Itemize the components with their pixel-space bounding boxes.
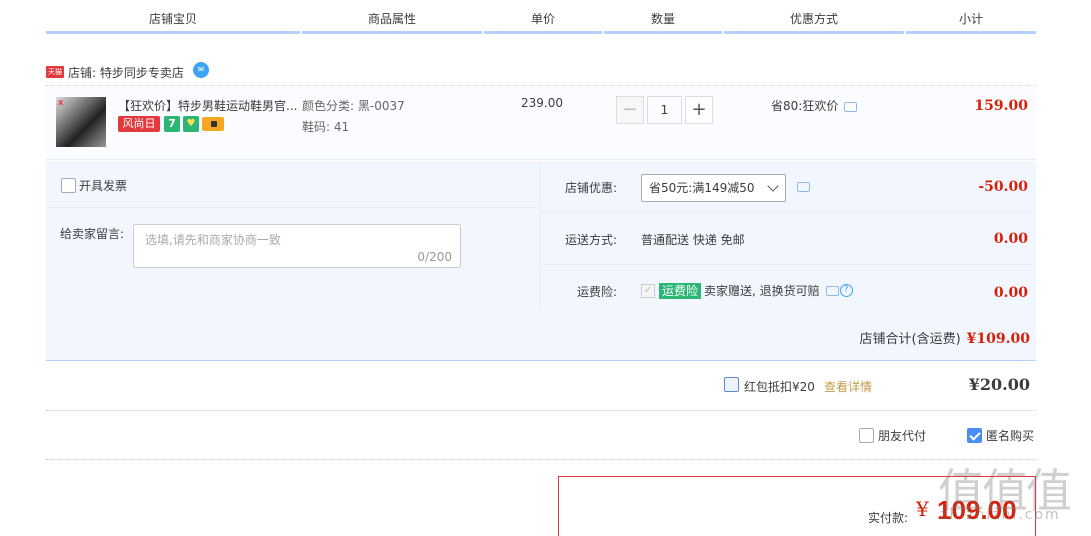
shipping-row: 运送方式: 普通配送 快递 免邮 0.00 bbox=[541, 213, 1036, 265]
guarantee-shield-icon: ♥ bbox=[183, 116, 199, 132]
insurance-label: 运费险: bbox=[577, 285, 618, 299]
header-quantity: 数量 bbox=[604, 8, 722, 34]
invoice-option[interactable]: 开具发票 bbox=[61, 177, 127, 194]
shipping-method: 普通配送 快递 免邮 bbox=[641, 233, 745, 247]
red-packet-checkbox[interactable] bbox=[724, 377, 739, 392]
insurance-checkbox: ✓ bbox=[641, 283, 655, 298]
quantity-stepper: − 1 + bbox=[616, 96, 713, 124]
anonymous-purchase-option[interactable]: 匿名购买 bbox=[967, 427, 1034, 444]
header-shop-item: 店铺宝贝 bbox=[46, 8, 300, 34]
quantity-input[interactable]: 1 bbox=[647, 96, 682, 124]
anonymous-checkbox[interactable] bbox=[967, 428, 982, 443]
header-subtotal: 小计 bbox=[906, 8, 1036, 34]
friend-pay-checkbox[interactable] bbox=[859, 428, 874, 443]
checkout-page: 店铺宝贝 商品属性 单价 数量 优惠方式 小计 天猫 店铺: 特步同步专卖店 ✉… bbox=[0, 0, 1091, 536]
header-unit-price: 单价 bbox=[484, 8, 602, 34]
shop-discount-label: 店铺优惠: bbox=[565, 181, 618, 195]
final-label: 实付款: bbox=[868, 511, 909, 525]
comment-icon[interactable] bbox=[825, 285, 839, 296]
watermark-site: zhizhizhi.com bbox=[940, 507, 1061, 523]
shop-row: 天猫 店铺: 特步同步专卖店 ✉ bbox=[46, 60, 1036, 86]
help-icon[interactable]: ? bbox=[839, 284, 853, 297]
promo-text: 省80:狂欢价 bbox=[771, 99, 839, 113]
message-char-count: 0/200 bbox=[417, 250, 452, 264]
red-packet-row: 红包抵扣¥20 查看详情 ¥20.00 bbox=[46, 362, 1036, 411]
attr-color: 颜色分类: 黑-0037 bbox=[302, 99, 405, 113]
quantity-plus-button[interactable]: + bbox=[685, 96, 713, 124]
tmall-badge: 天猫 bbox=[46, 66, 64, 78]
chevron-down-icon bbox=[767, 180, 779, 192]
product-thumbnail[interactable]: X bbox=[56, 97, 106, 147]
thumbnail-logo: X bbox=[58, 99, 64, 107]
attr-size: 鞋码: 41 bbox=[302, 120, 350, 134]
insurance-info: ✓ 运费险 卖家赠送, 退换货可赔? bbox=[641, 282, 853, 299]
shop-total: 店铺合计(含运费) ¥109.00 bbox=[860, 328, 1030, 347]
message-placeholder: 选填,请先和商家协商一致 bbox=[145, 233, 281, 247]
red-packet-details-link[interactable]: 查看详情 bbox=[824, 378, 872, 395]
credit-card-icon bbox=[202, 117, 224, 131]
shop-total-label: 店铺合计(含运费) bbox=[859, 332, 961, 347]
shop-discount-value: 省50元:满149减50 bbox=[649, 181, 755, 195]
message-label: 给卖家留言: bbox=[60, 227, 125, 241]
red-packet-label: 红包抵扣¥20 bbox=[744, 380, 815, 394]
insurance-amount: 0.00 bbox=[993, 285, 1028, 301]
insurance-text: 卖家赠送, 退换货可赔 bbox=[704, 284, 820, 298]
shipping-amount: 0.00 bbox=[993, 231, 1028, 247]
order-item-row: X 【狂欢价】特步男鞋运动鞋男官... 风尚日 7 ♥ 颜色分类: 黑-0037… bbox=[46, 87, 1036, 160]
shipping-label: 运送方式: bbox=[565, 233, 618, 247]
item-subtotal: 159.00 bbox=[974, 98, 1028, 114]
payment-options-row: 朋友代付 匿名购买 bbox=[46, 411, 1036, 460]
comment-icon[interactable] bbox=[797, 182, 810, 192]
order-options-panel: 开具发票 给卖家留言: 选填,请先和商家协商一致 0/200 店铺优惠: 省50… bbox=[46, 161, 1036, 361]
header-discount: 优惠方式 bbox=[724, 8, 904, 34]
chat-wangwang-icon[interactable]: ✉ bbox=[193, 62, 209, 78]
divider bbox=[46, 207, 540, 208]
quantity-minus-button[interactable]: − bbox=[616, 96, 644, 124]
seven-day-return-icon: 7 bbox=[164, 116, 180, 132]
shop-total-amount: ¥109.00 bbox=[966, 331, 1030, 347]
shop-discount-select[interactable]: 省50元:满149减50 bbox=[641, 174, 786, 202]
seller-message-textarea[interactable]: 选填,请先和商家协商一致 0/200 bbox=[133, 224, 461, 268]
final-currency: ¥ bbox=[916, 497, 929, 521]
table-header: 店铺宝贝 商品属性 单价 数量 优惠方式 小计 bbox=[46, 8, 1036, 34]
red-packet-amount: ¥20.00 bbox=[968, 375, 1030, 394]
comment-icon[interactable] bbox=[844, 101, 858, 112]
shop-discount-row: 店铺优惠: 省50元:满149减50 -50.00 bbox=[541, 161, 1036, 213]
header-attributes: 商品属性 bbox=[302, 8, 482, 34]
fashion-day-tag: 风尚日 bbox=[118, 116, 160, 132]
shop-discount-amount: -50.00 bbox=[978, 179, 1028, 195]
invoice-checkbox[interactable] bbox=[61, 178, 76, 193]
unit-price: 239.00 bbox=[521, 96, 563, 110]
promo-info: 省80:狂欢价 bbox=[771, 97, 858, 114]
product-title[interactable]: 【狂欢价】特步男鞋运动鞋男官... bbox=[118, 97, 298, 114]
shop-name[interactable]: 店铺: 特步同步专卖店 bbox=[68, 64, 184, 81]
insurance-row: 运费险: ✓ 运费险 卖家赠送, 退换货可赔? 0.00 bbox=[541, 265, 1036, 309]
insurance-badge: 运费险 bbox=[659, 282, 702, 299]
anonymous-label: 匿名购买 bbox=[986, 429, 1035, 443]
friend-pay-option[interactable]: 朋友代付 bbox=[859, 427, 926, 444]
invoice-label: 开具发票 bbox=[79, 179, 128, 193]
friend-pay-label: 朋友代付 bbox=[878, 429, 927, 443]
